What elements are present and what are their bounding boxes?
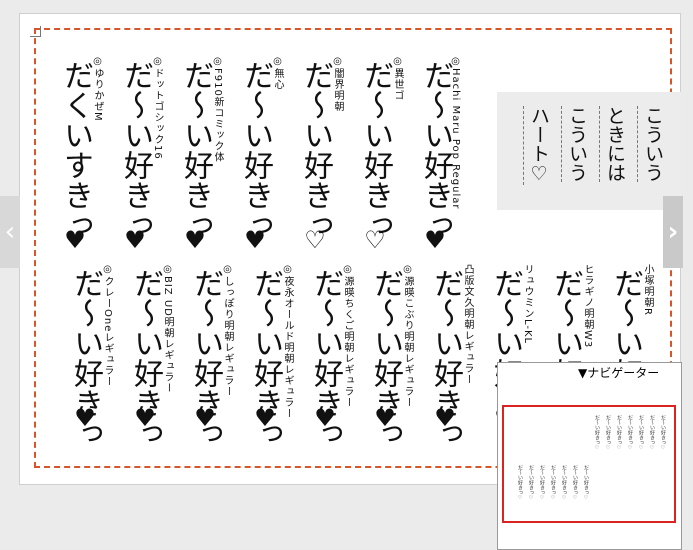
callout-box: こういう ときには こういう ハート♡ bbox=[497, 92, 681, 210]
callout-line: ハート♡ bbox=[523, 106, 553, 185]
font-sample-text: だくいすきっ bbox=[58, 60, 93, 240]
heart-glyph: ♥ bbox=[61, 226, 89, 254]
thumbnail-column: だ〜い好きっ♡ bbox=[550, 465, 556, 501]
thumbnail-column: だ〜い好きっ♡ bbox=[561, 465, 567, 501]
font-sample-text: だ〜い好きっ bbox=[358, 60, 393, 240]
heart-glyph: ♥ bbox=[311, 404, 339, 432]
font-sample-text: だ〜い好きっ bbox=[298, 60, 333, 240]
font-sample-text: だ〜い好きっ bbox=[178, 60, 213, 240]
callout-line: こういう bbox=[637, 106, 667, 182]
thumbnail-column: だ〜い好きっ♡ bbox=[539, 465, 545, 501]
thumbnail-column: だ〜い好きっ♡ bbox=[605, 415, 611, 451]
heart-glyph: ♥ bbox=[121, 226, 149, 254]
heart-glyph: ♥ bbox=[71, 404, 99, 432]
font-sample-text: だ〜い好きっ bbox=[418, 60, 453, 240]
heart-glyph: ♥ bbox=[251, 404, 279, 432]
heart-glyph: ♡ bbox=[301, 226, 329, 254]
font-sample-text: だ〜い好きっ bbox=[118, 60, 153, 240]
thumbnail-column: だ〜い好きっ♡ bbox=[660, 415, 666, 451]
heart-glyph: ♥ bbox=[421, 226, 449, 254]
thumbnail-column: だ〜い好きっ♡ bbox=[594, 415, 600, 451]
thumbnail-column: だ〜い好きっ♡ bbox=[583, 465, 589, 501]
navigator-thumbnail[interactable]: だ〜い好きっ♡ だ〜い好きっ♡ だ〜い好きっ♡ だ〜い好きっ♡ だ〜い好きっ♡ だ〜い好き… bbox=[502, 405, 676, 523]
next-page-arrow[interactable]: › bbox=[663, 196, 683, 268]
thumbnail-column: だ〜い好きっ♡ bbox=[649, 415, 655, 451]
callout-line: ときには bbox=[599, 106, 629, 182]
heart-glyph: ♥ bbox=[431, 404, 459, 432]
font-sample-text: だ〜い好きっ bbox=[238, 60, 273, 240]
thumbnail-column: だ〜い好きっ♡ bbox=[517, 465, 523, 501]
heart-glyph: ♥ bbox=[241, 226, 269, 254]
thumbnail-column: だ〜い好きっ♡ bbox=[616, 415, 622, 451]
navigator-panel[interactable]: ▼ナビゲーター だ〜い好きっ♡ だ〜い好きっ♡ だ〜い好きっ♡ だ〜い好きっ♡ だ〜い好… bbox=[497, 362, 682, 550]
heart-glyph: ♥ bbox=[371, 404, 399, 432]
thumbnail-column: だ〜い好きっ♡ bbox=[572, 465, 578, 501]
previous-page-arrow[interactable]: ‹ bbox=[0, 196, 20, 268]
callout-line: こういう bbox=[561, 106, 591, 182]
heart-glyph: ♥ bbox=[131, 404, 159, 432]
heart-glyph: ♥ bbox=[191, 404, 219, 432]
heart-glyph: ♡ bbox=[361, 226, 389, 254]
heart-glyph: ♥ bbox=[181, 226, 209, 254]
thumbnail-column: だ〜い好きっ♡ bbox=[638, 415, 644, 451]
thumbnail-column: だ〜い好きっ♡ bbox=[627, 415, 633, 451]
thumbnail-column: だ〜い好きっ♡ bbox=[528, 465, 534, 501]
document-canvas: こういう ときには こういう ハート♡ ◎Hachi Maru Pop Regu… bbox=[0, 0, 693, 550]
navigator-title[interactable]: ▼ナビゲーター bbox=[574, 363, 664, 383]
